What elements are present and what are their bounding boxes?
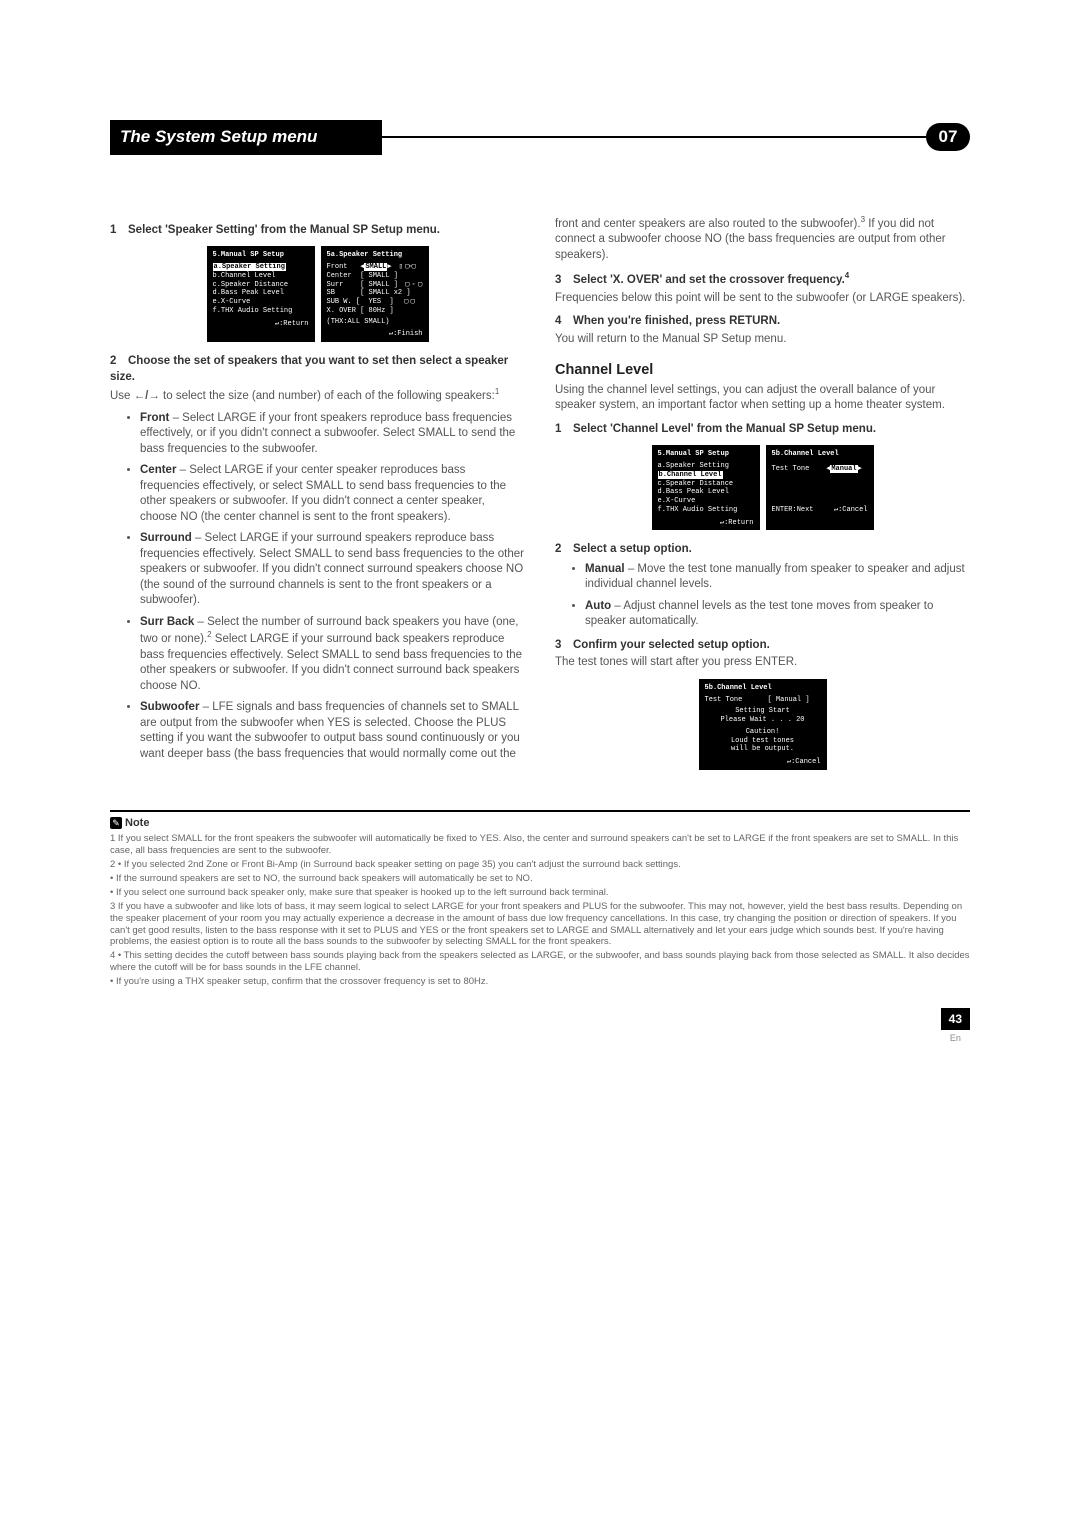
page-language: En [941, 1032, 970, 1044]
speaker-option-list: Front – Select LARGE if your front speak… [110, 411, 525, 763]
footnote-1-ref: 1 [495, 387, 499, 396]
osd-item-speaker-setting: a.Speaker Setting [213, 263, 286, 271]
step-4-heading: 4When you're finished, press RETURN. [555, 314, 970, 330]
osd-speaker-setting-screens: 5.Manual SP Setup a.Speaker Setting b.Ch… [110, 246, 525, 342]
note-3: 3 If you have a subwoofer and like lots … [110, 901, 970, 949]
cl-step-1-text: Select 'Channel Level' from the Manual S… [573, 423, 876, 435]
list-item-subwoofer: Subwoofer – LFE signals and bass frequen… [140, 700, 525, 762]
list-item-surround: Surround – Select LARGE if your surround… [140, 531, 525, 609]
cl-step-2-text: Select a setup option. [573, 543, 692, 555]
left-right-arrow-icon: ←/→ [134, 390, 160, 402]
page-number: 43 En [941, 1008, 970, 1044]
note-2a: 2 • If you selected 2nd Zone or Front Bi… [110, 859, 970, 871]
step-4-text: When you're finished, press RETURN. [573, 315, 780, 327]
note-section: ✎Note 1 If you select SMALL for the fron… [110, 810, 970, 988]
page-number-value: 43 [941, 1008, 970, 1030]
footnote-4-ref: 4 [845, 271, 849, 280]
osd-title: 5.Manual SP Setup [213, 251, 309, 260]
osd-return: ↵:Return [658, 519, 754, 528]
osd-channel-level-start: 5b.Channel Level Test Tone [ Manual ] Se… [699, 679, 827, 770]
osd-channel-level-screens: 5.Manual SP Setup a.Speaker Setting b.Ch… [555, 445, 970, 530]
osd-item-bass-peak: d.Bass Peak Level [658, 488, 754, 497]
osd-xover: X. OVER [ 80Hz ] [327, 307, 423, 316]
cl-step-2-heading: 2Select a setup option. [555, 542, 970, 558]
osd-title: 5a.Speaker Setting [327, 251, 423, 260]
osd-cancel: ENTER:Next↵:Cancel [772, 506, 868, 515]
header-rule [382, 136, 926, 138]
note-2b: • If the surround speakers are set to NO… [110, 873, 970, 885]
osd-item-xcurve: e.X-Curve [658, 497, 754, 506]
osd-item-bass-peak: d.Bass Peak Level [213, 289, 309, 298]
chapter-number-badge: 07 [926, 123, 970, 151]
list-item-front: Front – Select LARGE if your front speak… [140, 411, 525, 458]
step-2-text: Choose the set of speakers that you want… [110, 355, 508, 383]
note-2c: • If you select one surround back speake… [110, 887, 970, 899]
osd-item-channel-level: b.Channel Level [213, 272, 309, 281]
cl-step-3-text: Confirm your selected setup option. [573, 639, 770, 651]
list-item-auto: Auto – Adjust channel levels as the test… [585, 599, 970, 630]
channel-level-option-list: Manual – Move the test tone manually fro… [555, 562, 970, 630]
step-1-text: Select 'Speaker Setting' from the Manual… [128, 224, 440, 236]
chapter-title: The System Setup menu [110, 120, 382, 155]
right-column: front and center speakers are also route… [555, 215, 970, 782]
osd-item-speaker-distance: c.Speaker Distance [658, 480, 754, 489]
osd-speaker-setting-detail: 5a.Speaker Setting Front ◀SMALL▶ ▯ ▢◦▢ C… [321, 246, 429, 342]
step-3-heading: 3Select 'X. OVER' and set the crossover … [555, 271, 970, 288]
osd-item-xcurve: e.X-Curve [213, 298, 309, 307]
osd-item-thx: f.THX Audio Setting [213, 307, 309, 316]
osd-channel-level-caution: 5b.Channel Level Test Tone [ Manual ] Se… [555, 679, 970, 770]
chapter-header: The System Setup menu 07 [110, 120, 970, 155]
osd-item-thx: f.THX Audio Setting [658, 506, 754, 515]
osd-manual-sp-setup: 5.Manual SP Setup a.Speaker Setting b.Ch… [207, 246, 315, 342]
list-item-surr-back: Surr Back – Select the number of surroun… [140, 615, 525, 694]
note-4b: • If you're using a THX speaker setup, c… [110, 976, 970, 988]
osd-title: 5b.Channel Level [705, 684, 821, 693]
note-label: Note [125, 817, 149, 829]
osd-channel-level-detail: 5b.Channel Level Test Tone ◀Manual▶ ENTE… [766, 445, 874, 530]
osd-thx: (THX:ALL SMALL) [327, 318, 423, 327]
osd-cancel: ↵:Cancel [705, 758, 821, 767]
osd-item-speaker-distance: c.Speaker Distance [213, 281, 309, 290]
osd-title: 5.Manual SP Setup [658, 450, 754, 459]
step-1-heading: 1Select 'Speaker Setting' from the Manua… [110, 223, 525, 239]
osd-title: 5b.Channel Level [772, 450, 868, 459]
osd-item-channel-level: b.Channel Level [658, 471, 723, 479]
list-item-manual: Manual – Move the test tone manually fro… [585, 562, 970, 593]
step-2-body: Use ←/→ to select the size (and number) … [110, 387, 525, 404]
channel-level-intro: Using the channel level settings, you ca… [555, 383, 970, 414]
note-icon: ✎ [110, 817, 122, 829]
step-2-heading: 2Choose the set of speakers that you wan… [110, 354, 525, 385]
left-column: 1 Select 'Speaker Setting' from the Manua… [110, 215, 525, 782]
cl-step-1-heading: 1Select 'Channel Level' from the Manual … [555, 422, 970, 438]
step-3-body: Frequencies below this point will be sen… [555, 291, 970, 307]
osd-manual-sp-setup-2: 5.Manual SP Setup a.Speaker Setting b.Ch… [652, 445, 760, 530]
note-1: 1 If you select SMALL for the front spea… [110, 833, 970, 857]
step-4-body: You will return to the Manual SP Setup m… [555, 332, 970, 348]
section-channel-level: Channel Level [555, 361, 970, 381]
note-4a: 4 • This setting decides the cutoff betw… [110, 950, 970, 974]
cl-step-3-body: The test tones will start after you pres… [555, 655, 970, 671]
list-item-center: Center – Select LARGE if your center spe… [140, 463, 525, 525]
step-3-text: Select 'X. OVER' and set the crossover f… [573, 274, 845, 286]
osd-item-speaker-setting: a.Speaker Setting [658, 462, 754, 471]
subwoofer-continued: front and center speakers are also route… [555, 215, 970, 263]
osd-return: ↵:Return [213, 320, 309, 329]
osd-finish: ↵:Finish [327, 330, 423, 339]
cl-step-3-heading: 3Confirm your selected setup option. [555, 638, 970, 654]
